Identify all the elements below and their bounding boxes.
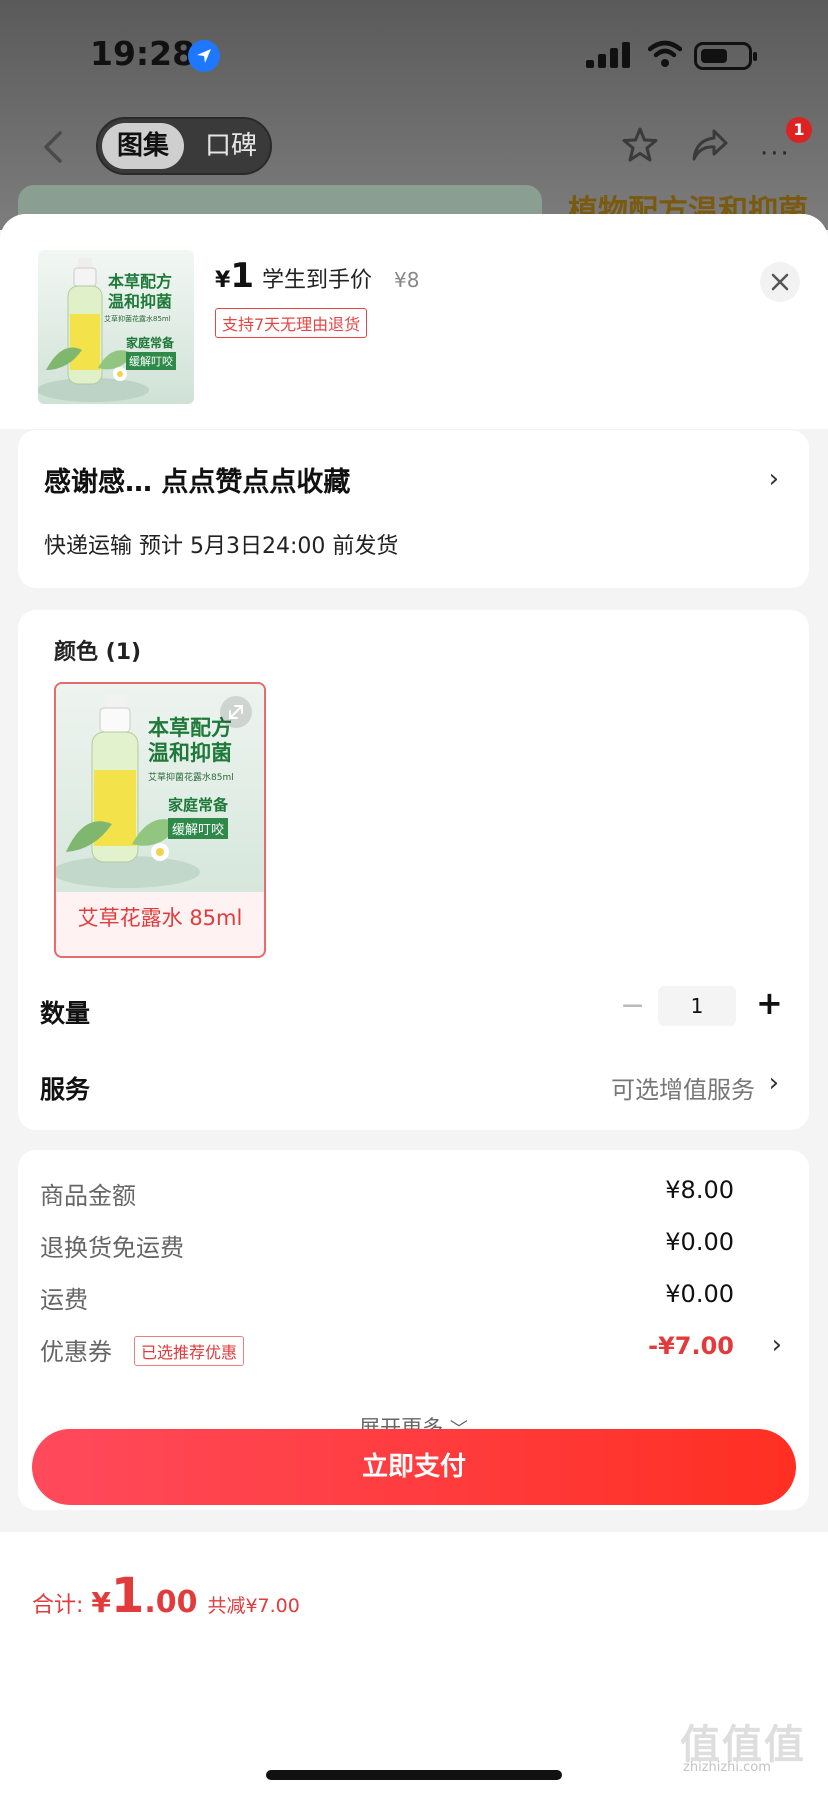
notification-badge: 1: [786, 117, 812, 143]
top-nav: 图集 口碑 ··· 1: [0, 115, 828, 177]
quantity-decrease-button[interactable]: −: [620, 988, 645, 1023]
watermark-url: zhizhizhi.com: [683, 1760, 771, 1775]
close-icon: [771, 273, 789, 291]
coupon-discount-value: -¥7.00: [648, 1332, 734, 1360]
fee-value: ¥0.00: [665, 1228, 734, 1256]
fee-row-goods: 商品金额 ¥8.00: [40, 1176, 790, 1216]
total-savings: 共减¥7.00: [207, 1595, 300, 1617]
thumb-headline: 本草配方 温和抑菌: [108, 272, 173, 311]
location-arrow-icon: [188, 40, 220, 72]
share-icon[interactable]: [690, 127, 730, 165]
sku-tag-home: 家庭常备: [168, 796, 229, 814]
price-label: 学生到手价: [261, 268, 372, 293]
return-policy-tag: 支持7天无理由退货: [215, 308, 368, 338]
star-icon[interactable]: [620, 125, 660, 165]
tab-gallery[interactable]: 图集: [102, 123, 184, 169]
coupon-tag: 已选推荐优惠: [134, 1336, 245, 1366]
price-row: ¥1 学生到手价 ¥8: [215, 256, 419, 296]
service-label: 服务: [40, 1075, 91, 1104]
pay-now-button[interactable]: 立即支付: [32, 1429, 796, 1505]
fee-label: 运费: [40, 1286, 88, 1314]
spec-card: 颜色 (1) 本草配方 温和抑菌 艾草抑菌花露水85ml 家庭常备 缓解叮咬 艾…: [18, 610, 809, 1130]
sku-label: 艾草花露水 85ml: [77, 906, 243, 930]
color-title: 颜色 (1): [54, 640, 142, 665]
view-toggle: 图集 口碑: [96, 117, 272, 175]
sku-tag-relief: 缓解叮咬: [168, 818, 229, 839]
chevron-right-icon[interactable]: ›: [772, 1330, 782, 1360]
status-bar: 19:28: [0, 0, 828, 110]
thumb-tag-home: 家庭常备: [126, 336, 175, 350]
total-decimal: .00: [144, 1585, 198, 1620]
service-option-link[interactable]: 可选增值服务: [611, 1070, 755, 1105]
back-icon[interactable]: [36, 127, 72, 167]
close-button[interactable]: [760, 262, 800, 302]
product-thumbnail[interactable]: 本草配方 温和抑菌 艾草抑菌花露水85ml 家庭常备 缓解叮咬: [38, 250, 194, 404]
fee-label: 优惠券: [40, 1338, 112, 1366]
total-row: 合计: ¥1.00 共减¥7.00: [32, 1568, 300, 1624]
shipping-estimate: 快递运输 预计 5月3日24:00 前发货: [44, 534, 399, 559]
total-currency: ¥: [91, 1586, 111, 1619]
final-price: 1: [230, 256, 254, 296]
thumb-subline: 艾草抑菌花露水85ml: [104, 315, 171, 323]
total-integer: 1: [110, 1568, 145, 1624]
expand-icon[interactable]: [220, 696, 252, 728]
address-card[interactable]: 感谢感… 点点赞点点收藏 › 快递运输 预计 5月3日24:00 前发货: [18, 430, 809, 588]
fee-row-return-shipping: 退换货免运费 ¥0.00: [40, 1228, 790, 1268]
chevron-right-icon[interactable]: ›: [769, 1068, 779, 1098]
fee-row-coupon[interactable]: 优惠券 已选推荐优惠 -¥7.00 ›: [40, 1330, 790, 1372]
thumb-tag-relief: 缓解叮咬: [126, 352, 176, 370]
fee-value: ¥0.00: [665, 1280, 734, 1308]
checkout-sheet: 本草配方 温和抑菌 艾草抑菌花露水85ml 家庭常备 缓解叮咬 ¥1 学生到手价 ¥…: [0, 214, 828, 1795]
quantity-input[interactable]: 1: [658, 986, 736, 1026]
quantity-increase-button[interactable]: +: [756, 984, 783, 1022]
more-icon[interactable]: ···: [760, 139, 791, 169]
chevron-right-icon: ›: [768, 464, 779, 494]
sku-option-selected[interactable]: 本草配方 温和抑菌 艾草抑菌花露水85ml 家庭常备 缓解叮咬 艾草花露水 85…: [54, 682, 266, 958]
wifi-icon: [648, 40, 682, 67]
quantity-label: 数量: [40, 999, 91, 1028]
recipient-name: 感谢感… 点点赞点点收藏: [44, 467, 351, 498]
fee-value: ¥8.00: [665, 1176, 734, 1204]
fee-label: 商品金额: [40, 1182, 136, 1210]
fee-label: 退换货免运费: [40, 1234, 184, 1262]
total-label: 合计:: [32, 1593, 84, 1618]
signal-icon: [586, 42, 630, 68]
home-indicator[interactable]: [266, 1770, 562, 1780]
sku-subline: 艾草抑菌花露水85ml: [148, 773, 234, 783]
currency-symbol: ¥: [215, 268, 231, 293]
product-summary: 本草配方 温和抑菌 艾草抑菌花露水85ml 家庭常备 缓解叮咬 ¥1 学生到手价 ¥…: [0, 214, 828, 429]
original-price: ¥8: [394, 268, 420, 292]
tab-reviews[interactable]: 口碑: [194, 123, 268, 169]
fee-row-shipping: 运费 ¥0.00: [40, 1280, 790, 1320]
battery-icon: [694, 42, 757, 70]
status-time: 19:28: [90, 34, 196, 73]
sku-image: 本草配方 温和抑菌 艾草抑菌花露水85ml 家庭常备 缓解叮咬: [56, 684, 264, 892]
